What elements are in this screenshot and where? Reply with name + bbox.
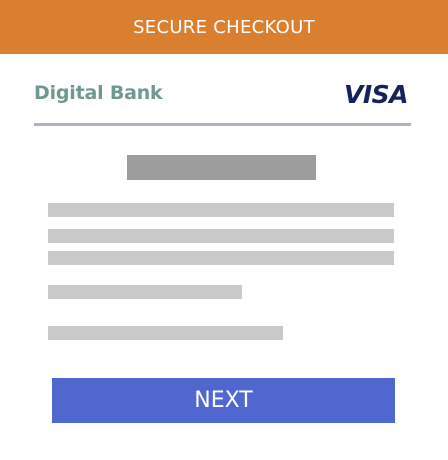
bank-logo: Digital Bank [34, 82, 163, 104]
header-bar: SECURE CHECKOUT [0, 0, 448, 54]
content-line-placeholder [48, 229, 394, 243]
next-button[interactable]: NEXT [52, 378, 395, 423]
content-line-placeholder [48, 203, 394, 217]
content-title-placeholder [127, 155, 316, 180]
brand-row: Digital Bank VISA [34, 80, 410, 114]
checkout-page: SECURE CHECKOUT Digital Bank VISA NEXT [0, 0, 448, 460]
visa-logo: VISA [343, 80, 409, 109]
content-line-placeholder [48, 251, 394, 265]
content-line-placeholder [48, 285, 242, 299]
content-line-placeholder [48, 326, 283, 340]
header-title: SECURE CHECKOUT [133, 16, 315, 38]
divider [34, 123, 411, 126]
